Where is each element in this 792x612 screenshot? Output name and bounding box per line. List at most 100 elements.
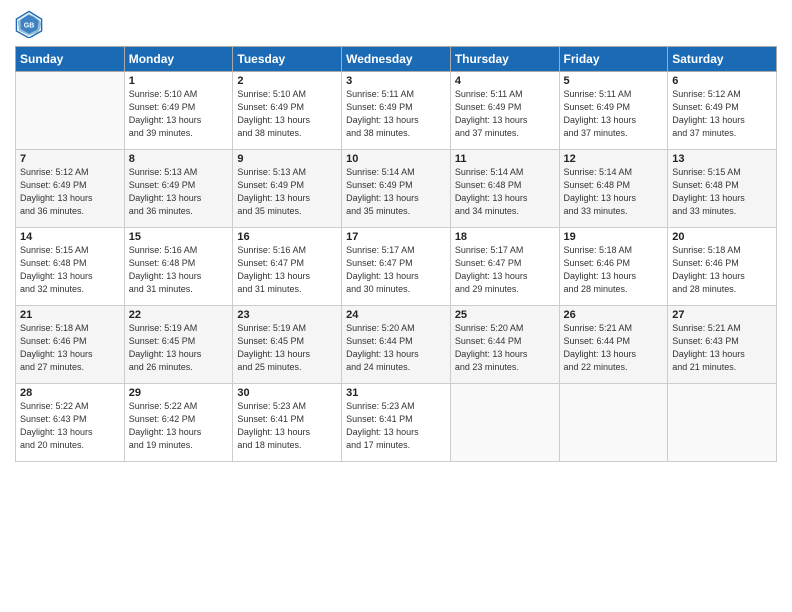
calendar-cell [668, 384, 777, 462]
calendar-cell: 27Sunrise: 5:21 AM Sunset: 6:43 PM Dayli… [668, 306, 777, 384]
day-number: 7 [20, 153, 120, 165]
calendar-cell: 9Sunrise: 5:13 AM Sunset: 6:49 PM Daylig… [233, 150, 342, 228]
day-info: Sunrise: 5:17 AM Sunset: 6:47 PM Dayligh… [346, 244, 446, 296]
day-number: 8 [129, 153, 229, 165]
day-number: 23 [237, 309, 337, 321]
header: GB [15, 10, 777, 38]
week-row-1: 7Sunrise: 5:12 AM Sunset: 6:49 PM Daylig… [16, 150, 777, 228]
day-info: Sunrise: 5:15 AM Sunset: 6:48 PM Dayligh… [672, 166, 772, 218]
day-info: Sunrise: 5:23 AM Sunset: 6:41 PM Dayligh… [346, 400, 446, 452]
calendar-cell: 1Sunrise: 5:10 AM Sunset: 6:49 PM Daylig… [124, 72, 233, 150]
day-number: 28 [20, 387, 120, 399]
day-info: Sunrise: 5:22 AM Sunset: 6:42 PM Dayligh… [129, 400, 229, 452]
calendar-cell: 15Sunrise: 5:16 AM Sunset: 6:48 PM Dayli… [124, 228, 233, 306]
calendar-cell: 28Sunrise: 5:22 AM Sunset: 6:43 PM Dayli… [16, 384, 125, 462]
calendar-cell: 6Sunrise: 5:12 AM Sunset: 6:49 PM Daylig… [668, 72, 777, 150]
day-info: Sunrise: 5:20 AM Sunset: 6:44 PM Dayligh… [346, 322, 446, 374]
week-row-0: 1Sunrise: 5:10 AM Sunset: 6:49 PM Daylig… [16, 72, 777, 150]
day-info: Sunrise: 5:13 AM Sunset: 6:49 PM Dayligh… [237, 166, 337, 218]
day-info: Sunrise: 5:11 AM Sunset: 6:49 PM Dayligh… [346, 88, 446, 140]
calendar-cell: 2Sunrise: 5:10 AM Sunset: 6:49 PM Daylig… [233, 72, 342, 150]
week-row-4: 28Sunrise: 5:22 AM Sunset: 6:43 PM Dayli… [16, 384, 777, 462]
calendar-cell: 29Sunrise: 5:22 AM Sunset: 6:42 PM Dayli… [124, 384, 233, 462]
svg-text:GB: GB [24, 23, 35, 30]
week-row-3: 21Sunrise: 5:18 AM Sunset: 6:46 PM Dayli… [16, 306, 777, 384]
day-number: 20 [672, 231, 772, 243]
day-info: Sunrise: 5:23 AM Sunset: 6:41 PM Dayligh… [237, 400, 337, 452]
calendar-cell: 3Sunrise: 5:11 AM Sunset: 6:49 PM Daylig… [342, 72, 451, 150]
calendar-cell: 14Sunrise: 5:15 AM Sunset: 6:48 PM Dayli… [16, 228, 125, 306]
day-info: Sunrise: 5:19 AM Sunset: 6:45 PM Dayligh… [129, 322, 229, 374]
weekday-sunday: Sunday [16, 47, 125, 72]
day-number: 13 [672, 153, 772, 165]
day-number: 6 [672, 75, 772, 87]
day-info: Sunrise: 5:17 AM Sunset: 6:47 PM Dayligh… [455, 244, 555, 296]
calendar-cell: 18Sunrise: 5:17 AM Sunset: 6:47 PM Dayli… [450, 228, 559, 306]
day-number: 24 [346, 309, 446, 321]
day-number: 4 [455, 75, 555, 87]
day-info: Sunrise: 5:14 AM Sunset: 6:49 PM Dayligh… [346, 166, 446, 218]
calendar-cell: 19Sunrise: 5:18 AM Sunset: 6:46 PM Dayli… [559, 228, 668, 306]
day-info: Sunrise: 5:19 AM Sunset: 6:45 PM Dayligh… [237, 322, 337, 374]
day-info: Sunrise: 5:22 AM Sunset: 6:43 PM Dayligh… [20, 400, 120, 452]
calendar-cell: 21Sunrise: 5:18 AM Sunset: 6:46 PM Dayli… [16, 306, 125, 384]
calendar-cell: 12Sunrise: 5:14 AM Sunset: 6:48 PM Dayli… [559, 150, 668, 228]
logo-icon: GB [15, 10, 43, 38]
day-info: Sunrise: 5:18 AM Sunset: 6:46 PM Dayligh… [564, 244, 664, 296]
day-number: 30 [237, 387, 337, 399]
calendar-cell: 16Sunrise: 5:16 AM Sunset: 6:47 PM Dayli… [233, 228, 342, 306]
day-info: Sunrise: 5:18 AM Sunset: 6:46 PM Dayligh… [20, 322, 120, 374]
calendar-cell: 23Sunrise: 5:19 AM Sunset: 6:45 PM Dayli… [233, 306, 342, 384]
calendar-cell: 4Sunrise: 5:11 AM Sunset: 6:49 PM Daylig… [450, 72, 559, 150]
calendar-cell: 13Sunrise: 5:15 AM Sunset: 6:48 PM Dayli… [668, 150, 777, 228]
day-number: 10 [346, 153, 446, 165]
calendar-cell: 10Sunrise: 5:14 AM Sunset: 6:49 PM Dayli… [342, 150, 451, 228]
day-info: Sunrise: 5:11 AM Sunset: 6:49 PM Dayligh… [455, 88, 555, 140]
day-info: Sunrise: 5:21 AM Sunset: 6:44 PM Dayligh… [564, 322, 664, 374]
day-info: Sunrise: 5:18 AM Sunset: 6:46 PM Dayligh… [672, 244, 772, 296]
calendar-cell [16, 72, 125, 150]
day-number: 11 [455, 153, 555, 165]
day-info: Sunrise: 5:21 AM Sunset: 6:43 PM Dayligh… [672, 322, 772, 374]
weekday-header-row: SundayMondayTuesdayWednesdayThursdayFrid… [16, 47, 777, 72]
calendar-cell: 17Sunrise: 5:17 AM Sunset: 6:47 PM Dayli… [342, 228, 451, 306]
day-number: 18 [455, 231, 555, 243]
day-info: Sunrise: 5:16 AM Sunset: 6:48 PM Dayligh… [129, 244, 229, 296]
day-number: 26 [564, 309, 664, 321]
day-number: 2 [237, 75, 337, 87]
day-info: Sunrise: 5:20 AM Sunset: 6:44 PM Dayligh… [455, 322, 555, 374]
weekday-saturday: Saturday [668, 47, 777, 72]
calendar-cell: 7Sunrise: 5:12 AM Sunset: 6:49 PM Daylig… [16, 150, 125, 228]
day-info: Sunrise: 5:12 AM Sunset: 6:49 PM Dayligh… [672, 88, 772, 140]
logo: GB [15, 10, 47, 38]
weekday-wednesday: Wednesday [342, 47, 451, 72]
calendar-cell: 11Sunrise: 5:14 AM Sunset: 6:48 PM Dayli… [450, 150, 559, 228]
calendar-cell: 31Sunrise: 5:23 AM Sunset: 6:41 PM Dayli… [342, 384, 451, 462]
calendar-cell: 30Sunrise: 5:23 AM Sunset: 6:41 PM Dayli… [233, 384, 342, 462]
calendar-cell: 24Sunrise: 5:20 AM Sunset: 6:44 PM Dayli… [342, 306, 451, 384]
day-number: 9 [237, 153, 337, 165]
calendar-cell: 8Sunrise: 5:13 AM Sunset: 6:49 PM Daylig… [124, 150, 233, 228]
day-number: 16 [237, 231, 337, 243]
day-info: Sunrise: 5:16 AM Sunset: 6:47 PM Dayligh… [237, 244, 337, 296]
calendar-cell: 25Sunrise: 5:20 AM Sunset: 6:44 PM Dayli… [450, 306, 559, 384]
calendar-cell: 5Sunrise: 5:11 AM Sunset: 6:49 PM Daylig… [559, 72, 668, 150]
day-number: 5 [564, 75, 664, 87]
weekday-monday: Monday [124, 47, 233, 72]
day-number: 27 [672, 309, 772, 321]
day-number: 1 [129, 75, 229, 87]
day-number: 31 [346, 387, 446, 399]
calendar-table: SundayMondayTuesdayWednesdayThursdayFrid… [15, 46, 777, 462]
week-row-2: 14Sunrise: 5:15 AM Sunset: 6:48 PM Dayli… [16, 228, 777, 306]
day-number: 15 [129, 231, 229, 243]
day-number: 25 [455, 309, 555, 321]
page: GB SundayMondayTuesdayWednesdayThursdayF… [0, 0, 792, 612]
weekday-thursday: Thursday [450, 47, 559, 72]
calendar-cell: 26Sunrise: 5:21 AM Sunset: 6:44 PM Dayli… [559, 306, 668, 384]
day-number: 14 [20, 231, 120, 243]
day-number: 29 [129, 387, 229, 399]
day-number: 21 [20, 309, 120, 321]
weekday-tuesday: Tuesday [233, 47, 342, 72]
day-info: Sunrise: 5:12 AM Sunset: 6:49 PM Dayligh… [20, 166, 120, 218]
calendar-cell [559, 384, 668, 462]
